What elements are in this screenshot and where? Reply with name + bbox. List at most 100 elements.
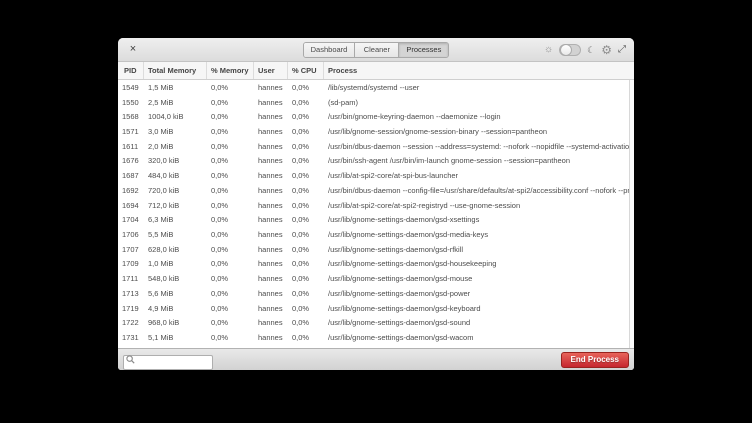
tab-cleaner[interactable]: Cleaner: [355, 43, 399, 57]
table-cell: 484,0 kiB: [144, 171, 207, 180]
toggle-knob: [560, 44, 572, 56]
table-cell: 0,0%: [207, 201, 254, 210]
table-row[interactable]: 17135,6 MiB0,0%hannes0,0%/usr/lib/gnome-…: [118, 286, 634, 301]
scrollbar[interactable]: [629, 80, 634, 348]
table-cell: hannes: [254, 230, 288, 239]
process-rows: 15491,5 MiB0,0%hannes0,0%/lib/systemd/sy…: [118, 80, 634, 348]
table-cell: 1704: [118, 215, 144, 224]
table-cell: 1611: [118, 142, 144, 151]
tab-processes[interactable]: Processes: [399, 43, 448, 57]
table-cell: 0,0%: [288, 98, 324, 107]
dark-mode-icon: ☾: [587, 46, 595, 55]
table-cell: 0,0%: [288, 245, 324, 254]
end-process-button[interactable]: End Process: [561, 352, 629, 368]
table-cell: 0,0%: [207, 318, 254, 327]
table-cell: 0,0%: [288, 333, 324, 342]
table-row[interactable]: 17065,5 MiB0,0%hannes0,0%/usr/lib/gnome-…: [118, 227, 634, 242]
view-switcher: Dashboard Cleaner Processes: [303, 42, 450, 58]
table-row[interactable]: 17046,3 MiB0,0%hannes0,0%/usr/lib/gnome-…: [118, 212, 634, 227]
table-cell: 0,0%: [207, 259, 254, 268]
table-cell: 4,9 MiB: [144, 304, 207, 313]
column-header-pct-memory[interactable]: % Memory: [207, 62, 254, 79]
resize-icon[interactable]: ⤢: [618, 45, 626, 55]
close-icon[interactable]: ×: [126, 42, 140, 56]
table-cell: 0,0%: [207, 98, 254, 107]
table-cell: hannes: [254, 259, 288, 268]
column-header-total-memory[interactable]: Total Memory: [144, 62, 207, 79]
table-row[interactable]: 1711548,0 kiB0,0%hannes0,0%/usr/lib/gnom…: [118, 271, 634, 286]
table-cell: 5,5 MiB: [144, 230, 207, 239]
process-table: 15491,5 MiB0,0%hannes0,0%/lib/systemd/sy…: [118, 80, 634, 348]
table-cell: 0,0%: [207, 186, 254, 195]
table-cell: 0,0%: [288, 259, 324, 268]
column-header-process[interactable]: Process: [324, 62, 634, 79]
table-cell: 1692: [118, 186, 144, 195]
table-cell: 0,0%: [207, 83, 254, 92]
table-row[interactable]: 15491,5 MiB0,0%hannes0,0%/lib/systemd/sy…: [118, 80, 634, 95]
table-cell: 1571: [118, 127, 144, 136]
table-cell: 0,0%: [207, 112, 254, 121]
table-row[interactable]: 17091,0 MiB0,0%hannes0,0%/usr/lib/gnome-…: [118, 257, 634, 272]
table-row[interactable]: 16112,0 MiB0,0%hannes0,0%/usr/bin/dbus-d…: [118, 139, 634, 154]
table-row[interactable]: 15713,0 MiB0,0%hannes0,0%/usr/lib/gnome-…: [118, 124, 634, 139]
table-cell: /usr/lib/gnome-session/gnome-session-bin…: [324, 127, 634, 136]
table-cell: 0,0%: [288, 274, 324, 283]
column-header-pct-cpu[interactable]: % CPU: [288, 62, 324, 79]
table-row[interactable]: 1692720,0 kiB0,0%hannes0,0%/usr/bin/dbus…: [118, 183, 634, 198]
table-cell: /usr/bin/ssh-agent /usr/bin/im-launch gn…: [324, 156, 634, 165]
table-cell: /usr/lib/at-spi2-core/at-spi-bus-launche…: [324, 171, 634, 180]
table-cell: 1676: [118, 156, 144, 165]
table-cell: 0,0%: [288, 304, 324, 313]
action-bar: End Process: [118, 348, 634, 370]
column-header-user[interactable]: User: [254, 62, 288, 79]
table-row[interactable]: 17194,9 MiB0,0%hannes0,0%/usr/lib/gnome-…: [118, 301, 634, 316]
table-cell: 0,0%: [288, 83, 324, 92]
table-cell: /usr/bin/gnome-keyring-daemon --daemoniz…: [324, 112, 634, 121]
dark-mode-toggle[interactable]: [559, 44, 581, 56]
titlebar[interactable]: × Dashboard Cleaner Processes ☼ ☾ ⚙ ⤢: [118, 38, 634, 62]
table-cell: 0,0%: [288, 156, 324, 165]
table-row[interactable]: 1676320,0 kiB0,0%hannes0,0%/usr/bin/ssh-…: [118, 154, 634, 169]
table-cell: hannes: [254, 186, 288, 195]
table-cell: 320,0 kiB: [144, 156, 207, 165]
monitor-app-window: × Dashboard Cleaner Processes ☼ ☾ ⚙ ⤢ PI…: [118, 38, 634, 370]
table-cell: 548,0 kiB: [144, 274, 207, 283]
table-row[interactable]: 15502,5 MiB0,0%hannes0,0%(sd-pam): [118, 95, 634, 110]
tab-dashboard[interactable]: Dashboard: [304, 43, 356, 57]
table-row[interactable]: 1734548,0 kiB0,0%hannes0,0%/usr/lib/gnom…: [118, 345, 634, 348]
table-cell: 0,0%: [207, 156, 254, 165]
search-input[interactable]: [123, 355, 213, 370]
table-cell: 1,0 MiB: [144, 259, 207, 268]
table-cell: /lib/systemd/systemd --user: [324, 83, 634, 92]
table-cell: /usr/lib/gnome-settings-daemon/gsd-power: [324, 289, 634, 298]
table-row[interactable]: 15681004,0 kiB0,0%hannes0,0%/usr/bin/gno…: [118, 109, 634, 124]
table-cell: /usr/lib/gnome-settings-daemon/gsd-sound: [324, 318, 634, 327]
table-cell: 0,0%: [288, 318, 324, 327]
column-header-pid[interactable]: PID: [118, 62, 144, 79]
table-row[interactable]: 1707628,0 kiB0,0%hannes0,0%/usr/lib/gnom…: [118, 242, 634, 257]
table-cell: 0,0%: [207, 304, 254, 313]
table-row[interactable]: 17315,1 MiB0,0%hannes0,0%/usr/lib/gnome-…: [118, 330, 634, 345]
table-cell: 1694: [118, 201, 144, 210]
table-cell: 0,0%: [207, 289, 254, 298]
table-row[interactable]: 1694712,0 kiB0,0%hannes0,0%/usr/lib/at-s…: [118, 198, 634, 213]
table-cell: 2,0 MiB: [144, 142, 207, 151]
table-cell: hannes: [254, 201, 288, 210]
table-cell: 1713: [118, 289, 144, 298]
table-cell: 1731: [118, 333, 144, 342]
table-row[interactable]: 1687484,0 kiB0,0%hannes0,0%/usr/lib/at-s…: [118, 168, 634, 183]
table-cell: 1549: [118, 83, 144, 92]
table-cell: 1707: [118, 245, 144, 254]
table-cell: hannes: [254, 333, 288, 342]
settings-gear-icon[interactable]: ⚙: [601, 44, 612, 56]
table-cell: 0,0%: [207, 230, 254, 239]
table-row[interactable]: 1722968,0 kiB0,0%hannes0,0%/usr/lib/gnom…: [118, 316, 634, 331]
search-icon: [126, 355, 135, 364]
table-cell: /usr/lib/gnome-settings-daemon/gsd-rfkil…: [324, 245, 634, 254]
table-cell: 1706: [118, 230, 144, 239]
table-cell: 0,0%: [288, 127, 324, 136]
table-cell: 0,0%: [207, 333, 254, 342]
table-cell: 5,6 MiB: [144, 289, 207, 298]
table-cell: 1550: [118, 98, 144, 107]
table-cell: hannes: [254, 112, 288, 121]
